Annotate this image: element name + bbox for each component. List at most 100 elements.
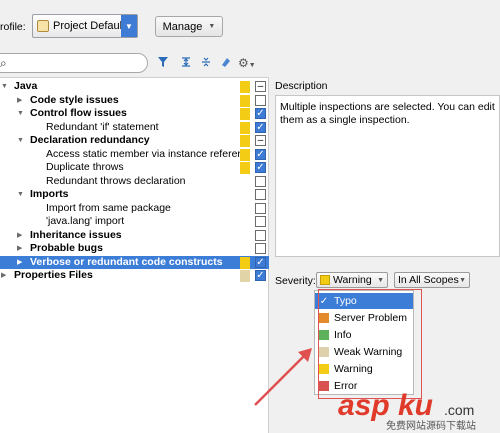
tree-row-label: Code style issues [30,93,119,106]
enable-checkbox[interactable]: ✓ [255,256,266,268]
tree-row-label: Inheritance issues [30,228,122,241]
enable-checkbox[interactable] [255,216,266,227]
collapse-arrow-icon[interactable]: ▶ [1,269,6,283]
tree-row[interactable]: ▶ Verbose or redundant code constructs ✓ [0,255,269,270]
warning-swatch-icon [320,275,330,285]
enable-checkbox[interactable] [255,189,266,200]
tree-row[interactable]: Redundant throws declaration [0,175,269,189]
tree-row[interactable]: ▼ Imports [0,188,269,202]
description-box: Multiple inspections are selected. You c… [275,95,500,257]
severity-option[interactable]: ✓ Typo [315,293,413,309]
svg-text:ku: ku [398,389,433,422]
enable-checkbox[interactable]: – [255,135,266,146]
enable-checkbox[interactable] [255,243,266,254]
severity-swatch-icon [240,94,250,107]
tree-row-label: Duplicate throws [46,161,124,173]
tree-row[interactable]: ▼ Control flow issues ✓ [0,107,269,121]
severity-swatch-icon [240,81,250,93]
tree-row-label: Imports [30,188,69,200]
expand-arrow-icon[interactable]: ▼ [17,107,24,121]
enable-checkbox[interactable]: ✓ [255,121,266,133]
tree-row[interactable]: ▶ Code style issues [0,94,269,108]
tree-row[interactable]: 'java.lang' import [0,215,269,229]
severity-select[interactable]: Warning ▼ [316,272,388,288]
profile-value: Project Default [53,20,121,32]
tree-row[interactable]: Access static member via instance refere… [0,148,269,162]
severity-swatch-icon [319,381,329,391]
severity-swatch-icon [240,270,250,282]
tree-row[interactable]: ▶ Probable bugs [0,242,269,256]
tree-row[interactable]: ▼ Declaration redundancy – [0,134,269,148]
severity-swatch-icon [240,121,250,134]
expand-arrow-icon[interactable]: ▼ [17,188,24,202]
tree-row-label: Declaration redundancy [30,134,150,146]
expand-arrow-icon[interactable]: ▼ [1,80,8,94]
tree-row[interactable]: Redundant 'if' statement ✓ [0,121,269,135]
enable-checkbox[interactable] [255,175,266,187]
severity-option-label: Info [334,329,352,341]
enable-checkbox[interactable] [255,94,266,106]
search-input[interactable]: ⌕ [0,53,148,73]
svg-text:.com: .com [444,402,474,418]
tree-row[interactable]: ▶ Properties Files ✓ [0,269,269,283]
tree-row-label: Control flow issues [30,107,127,119]
profile-icon [37,20,49,32]
severity-option-label: Warning [334,363,373,375]
manage-button[interactable]: Manage ▼ [155,16,223,37]
severity-option[interactable]: Weak Warning [315,344,413,360]
enable-checkbox[interactable] [255,229,266,241]
reset-icon[interactable] [220,56,232,71]
severity-swatch-icon [240,108,250,120]
severity-option[interactable]: Info [315,327,413,343]
chevron-down-icon: ▼ [208,23,216,30]
enable-checkbox[interactable] [255,202,266,214]
chevron-down-icon: ▼ [459,276,466,284]
enable-checkbox[interactable]: ✓ [255,270,266,281]
tree-row-label: Import from same package [46,201,171,214]
tree-row[interactable]: ▼ Java – [0,80,269,94]
tree-row-label: Redundant throws declaration [46,174,186,187]
tree-row-label: Access static member via instance refere… [46,147,241,160]
scope-select[interactable]: In All Scopes ▼ [394,272,470,288]
description-title: Description [275,80,328,92]
enable-checkbox[interactable]: – [255,81,266,92]
severity-option-label: Typo [334,295,357,307]
severity-swatch-icon [240,135,250,147]
description-text: Multiple inspections are selected. You c… [280,101,495,126]
severity-value: Warning [333,274,372,286]
collapse-arrow-icon[interactable]: ▶ [17,256,22,270]
filter-icon[interactable] [157,56,169,71]
profile-select[interactable]: Project Default ▼ [32,14,138,38]
enable-checkbox[interactable]: ✓ [255,162,266,173]
severity-option[interactable]: Warning [315,361,413,377]
severity-option-label: Server Problem [334,312,407,324]
scope-value: In All Scopes [398,274,459,286]
chevron-down-icon: ▼ [377,276,384,284]
collapse-arrow-icon[interactable]: ▶ [17,242,22,256]
collapse-arrow-icon[interactable]: ▶ [17,94,22,108]
tree-row-label: Properties Files [14,269,93,281]
svg-text:asp: asp [338,389,390,422]
gear-icon[interactable]: ⚙▼ [238,56,256,70]
tree-row[interactable]: Duplicate throws ✓ [0,161,269,175]
red-arrow-icon [254,348,312,406]
severity-swatch-icon [319,347,329,357]
tree-row[interactable]: ▶ Inheritance issues [0,229,269,243]
chevron-down-icon[interactable]: ▼ [121,15,137,37]
severity-swatch-icon [319,364,329,374]
search-icon: ⌕ [0,56,7,70]
tree-row-label: 'java.lang' import [46,215,125,227]
severity-dropdown[interactable]: ✓ Typo Server Problem Info Weak Warning Warni… [314,290,414,395]
severity-option-label: Weak Warning [334,346,403,358]
expand-arrow-icon[interactable]: ▼ [17,134,24,148]
collapse-all-icon[interactable] [200,56,212,71]
check-icon: ✓ [319,295,329,307]
enable-checkbox[interactable]: ✓ [255,148,266,160]
severity-label: Severity: [275,275,316,287]
enable-checkbox[interactable]: ✓ [255,108,266,119]
severity-option[interactable]: Server Problem [315,310,413,326]
inspection-tree[interactable]: ▼ Java – ▶ Code style issues ▼ Control flow is… [0,77,269,433]
expand-all-icon[interactable] [180,56,192,71]
collapse-arrow-icon[interactable]: ▶ [17,229,22,243]
tree-row[interactable]: Import from same package [0,202,269,216]
